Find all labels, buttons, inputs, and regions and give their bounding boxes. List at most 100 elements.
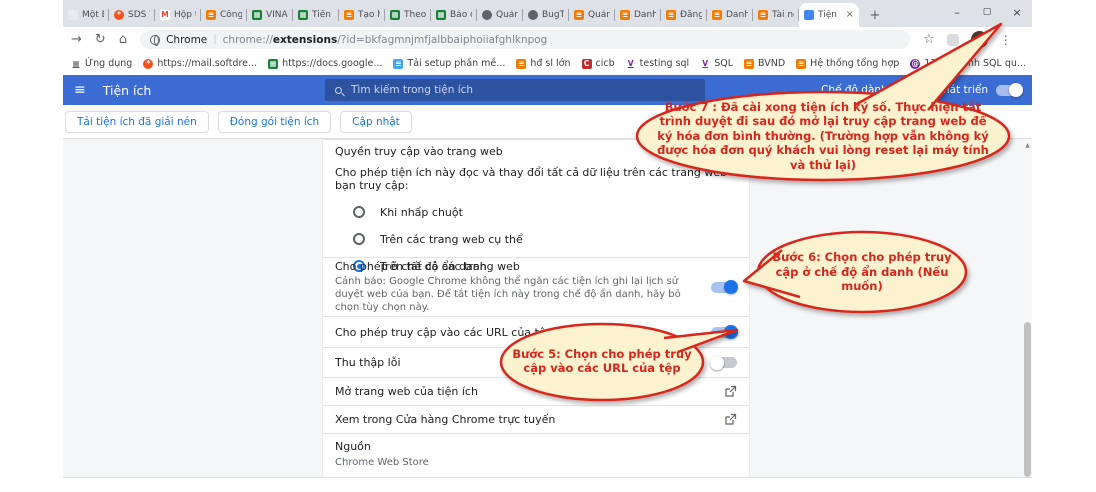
radio-option-specific-sites[interactable]: Trên các trang web cụ thể: [353, 232, 737, 246]
bookmark-item[interactable]: ≡ hđ sl lớn: [516, 58, 570, 69]
v-favicon-icon: V: [700, 59, 710, 69]
radio-icon[interactable]: [353, 206, 365, 218]
tab[interactable]: ▦Tiến độ: [293, 3, 339, 27]
tab-label: Công ty: [220, 10, 242, 20]
search-icon: [335, 87, 342, 94]
toolbar-right: ☆ ⋮: [923, 31, 1012, 48]
bookmark-item[interactable]: ▦Ứng dụng: [71, 58, 132, 69]
tab-close-icon[interactable]: ×: [846, 10, 854, 20]
invoice-favicon-icon: ≡: [758, 10, 768, 20]
doc-favicon-icon: ≡: [393, 59, 403, 69]
developer-mode-label: Chế độ dành cho nhà phát triển: [821, 84, 988, 96]
forward-icon[interactable]: →: [71, 33, 82, 46]
bookmark-item[interactable]: ≡Tải setup phần mề...: [393, 58, 505, 69]
tab[interactable]: MHộp th: [155, 3, 201, 27]
scroll-up-icon[interactable]: ▲: [1023, 142, 1032, 149]
tab-label: Quản lý: [496, 10, 518, 20]
load-unpacked-button[interactable]: Tải tiện ích đã giải nén: [65, 111, 209, 133]
invoice-favicon-icon: ≡: [744, 59, 754, 69]
extension-icon[interactable]: [947, 34, 959, 46]
tab[interactable]: ≡Công ty: [201, 3, 247, 27]
page-title: Tiện ích: [103, 83, 152, 98]
bookmark-label: Hệ thống tổng hợp: [810, 58, 899, 69]
bookmark-item[interactable]: ▦https://docs.google...: [268, 58, 382, 69]
minimize-button[interactable]: –: [942, 0, 972, 24]
external-link-icon: [724, 385, 737, 398]
tab[interactable]: ≡Danh s: [707, 3, 753, 27]
tab[interactable]: *SDS W: [109, 3, 155, 27]
search-input[interactable]: [351, 84, 695, 96]
tab[interactable]: ≡Tài ngu: [753, 3, 799, 27]
pack-extension-button[interactable]: Đóng gói tiện ích: [218, 111, 331, 133]
tab-label: Theo d: [404, 10, 426, 20]
menu-kebab-icon[interactable]: ⋮: [1000, 33, 1012, 47]
bookmark-item[interactable]: VSQL: [700, 58, 733, 69]
incognito-toggle[interactable]: [711, 282, 737, 293]
tab[interactable]: ≡Tạo hó: [339, 3, 385, 27]
open-website-row[interactable]: Mở trang web của tiện ích: [323, 378, 749, 406]
tab[interactable]: Một Bư: [63, 3, 109, 27]
omnibox[interactable]: Chrome | chrome://extensions/?id=bkfagmn…: [140, 30, 910, 49]
maximize-button[interactable]: ▢: [972, 0, 1002, 24]
extensions-header: ≡ Tiện ích Chế độ dành cho nhà phát triể…: [63, 75, 1032, 105]
bookmark-item[interactable]: Ccicb: [582, 58, 615, 69]
radio-option-on-click[interactable]: Khi nhấp chuột: [353, 205, 737, 219]
site-access-title: Quyền truy cập vào trang web: [335, 145, 737, 158]
tab[interactable]: ≡Quản lý: [569, 3, 615, 27]
tab[interactable]: ▦Báo cá: [431, 3, 477, 27]
bookmark-star-icon[interactable]: ☆: [923, 32, 935, 47]
extensions-actions-row: Tải tiện ích đã giải nén Đóng gói tiện í…: [63, 105, 1032, 139]
new-tab-button[interactable]: +: [863, 3, 887, 27]
bookmark-item[interactable]: @13 câu lệnh SQL qu...: [910, 58, 1026, 69]
tab-label: Tiến độ: [312, 10, 334, 20]
error-collection-toggle[interactable]: [711, 357, 737, 368]
hamburger-menu-icon[interactable]: ≡: [74, 82, 86, 98]
bookmark-item[interactable]: ≡Hệ thống tổng hợp: [796, 58, 899, 69]
home-icon[interactable]: ⌂: [119, 33, 127, 46]
profile-avatar[interactable]: [971, 31, 988, 48]
update-button[interactable]: Cập nhật: [340, 111, 412, 133]
tab-label: Đăng n: [680, 10, 702, 20]
bookmark-label: hđ sl lớn: [530, 58, 570, 69]
extension-details-card: Quyền truy cập vào trang web Cho phép ti…: [322, 139, 750, 477]
tab[interactable]: Quản lý: [477, 3, 523, 27]
globe-favicon-icon: [528, 10, 538, 20]
bookmark-item[interactable]: *https://mail.softdre...: [143, 58, 257, 69]
developer-mode-toggle[interactable]: [996, 85, 1022, 96]
view-store-row[interactable]: Xem trong Cửa hàng Chrome trực tuyến: [323, 406, 749, 434]
invoice-favicon-icon: ≡: [574, 10, 584, 20]
radio-icon[interactable]: [353, 233, 365, 245]
tab[interactable]: ▦ Theo d: [385, 3, 431, 27]
bookmarks-bar: ▦Ứng dụng *https://mail.softdre... ▦https:…: [63, 52, 1032, 75]
v-favicon-icon: V: [626, 59, 636, 69]
scrollbar[interactable]: ▲: [1023, 139, 1032, 477]
tab[interactable]: BugTra: [523, 3, 569, 27]
bookmark-label: BVND: [758, 58, 785, 69]
developer-mode: Chế độ dành cho nhà phát triển: [821, 75, 1022, 105]
file-urls-toggle[interactable]: [711, 327, 737, 338]
page-info-icon[interactable]: [150, 35, 160, 45]
tab[interactable]: ▦VINAFR: [247, 3, 293, 27]
tab[interactable]: ≡Danh s: [615, 3, 661, 27]
sheets-favicon-icon: ▦: [390, 10, 400, 20]
bookmark-item[interactable]: ≡ BVND: [744, 58, 785, 69]
bookmark-label: https://docs.google...: [282, 58, 382, 69]
invoice-favicon-icon: ≡: [344, 10, 354, 20]
bookmark-label: https://mail.softdre...: [157, 58, 257, 69]
bookmark-label: cicb: [596, 58, 615, 69]
scrollbar-thumb[interactable]: [1024, 322, 1031, 477]
source-row: Nguồn Chrome Web Store: [323, 434, 749, 478]
invoice-favicon-icon: ≡: [516, 59, 526, 69]
bookmark-item[interactable]: Vtesting sql: [626, 58, 690, 69]
incognito-section: Cho phép ở chế độ ẩn danh Cảnh báo: Goog…: [323, 258, 749, 317]
invoice-favicon-icon: ≡: [666, 10, 676, 20]
tab-active[interactable]: Tiện×: [799, 3, 859, 27]
invoice-favicon-icon: ≡: [712, 10, 722, 20]
tab[interactable]: ≡ Đăng n: [661, 3, 707, 27]
reload-icon[interactable]: ↻: [95, 33, 106, 46]
tab-label: SDS W: [128, 10, 150, 20]
extensions-search[interactable]: [325, 79, 705, 101]
sheets-favicon-icon: ▦: [436, 10, 446, 20]
file-urls-row: Cho phép truy cập vào các URL của tệp: [323, 317, 749, 348]
close-button[interactable]: ×: [1002, 0, 1032, 24]
